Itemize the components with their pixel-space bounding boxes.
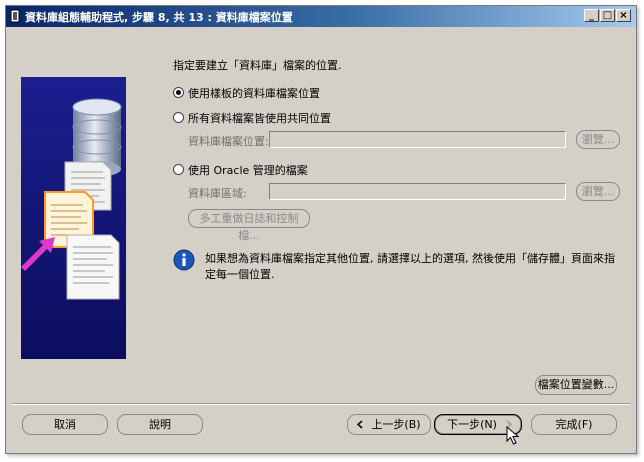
browse-db-area-button[interactable]: 瀏覽... xyxy=(576,182,620,201)
cancel-button[interactable]: 取消 xyxy=(22,414,108,435)
footer-separator xyxy=(12,403,630,405)
dialog-window: 資料庫組態輔助程式, 步驟 8, 共 13 : 資料庫檔案位置 _ □ × 指定… xyxy=(5,5,637,454)
instruction-text: 指定要建立「資料庫」檔案的位置. xyxy=(173,59,342,72)
radio-unselected-icon xyxy=(173,112,184,123)
window-title: 資料庫組態輔助程式, 步驟 8, 共 13 : 資料庫檔案位置 xyxy=(25,11,293,24)
mouse-cursor-icon xyxy=(506,426,520,445)
wizard-side-illustration xyxy=(21,77,126,359)
radio-selected-icon xyxy=(173,87,184,98)
minimize-button[interactable]: _ xyxy=(584,9,599,22)
db-file-location-label: 資料庫檔案位置: xyxy=(188,135,269,148)
close-button[interactable]: × xyxy=(616,9,631,22)
info-message: 如果想為資料庫檔案指定其他位置, 請選擇以上的選項, 然後使用「儲存體」頁面來指… xyxy=(205,252,615,281)
info-icon xyxy=(173,249,195,271)
radio-common-label: 所有資料檔案皆使用共同位置 xyxy=(188,112,331,125)
finish-button[interactable]: 完成(F) xyxy=(531,414,617,435)
radio-unselected-icon xyxy=(173,164,184,175)
title-bar[interactable]: 資料庫組態輔助程式, 步驟 8, 共 13 : 資料庫檔案位置 _ □ × xyxy=(6,6,636,27)
next-button-label: 下一步(N) xyxy=(447,418,497,431)
chevron-left-icon xyxy=(356,420,363,429)
maximize-button[interactable]: □ xyxy=(600,9,615,22)
radio-template-label: 使用樣板的資料庫檔案位置 xyxy=(188,87,320,100)
radio-oracle-managed[interactable]: 使用 Oracle 管理的檔案 xyxy=(173,162,308,178)
db-file-location-input[interactable] xyxy=(269,131,566,148)
database-documents-illustration xyxy=(21,98,122,300)
application-icon xyxy=(10,9,20,23)
back-button[interactable]: 上一步(B) xyxy=(347,414,431,435)
browse-file-location-button[interactable]: 瀏覽... xyxy=(576,130,620,149)
radio-template-locations[interactable]: 使用樣板的資料庫檔案位置 xyxy=(173,85,320,101)
help-button[interactable]: 說明 xyxy=(117,414,203,435)
back-button-label: 上一步(B) xyxy=(371,418,421,431)
multiplex-redo-logs-button[interactable]: 多工重做日誌和控制檔... xyxy=(188,209,310,242)
file-location-variables-button[interactable]: 檔案位置變數... xyxy=(535,375,617,395)
db-area-label: 資料庫區域: xyxy=(188,187,247,200)
radio-oracle-managed-label: 使用 Oracle 管理的檔案 xyxy=(188,164,308,177)
db-area-input[interactable] xyxy=(269,183,566,200)
radio-common-location[interactable]: 所有資料檔案皆使用共同位置 xyxy=(173,110,331,126)
